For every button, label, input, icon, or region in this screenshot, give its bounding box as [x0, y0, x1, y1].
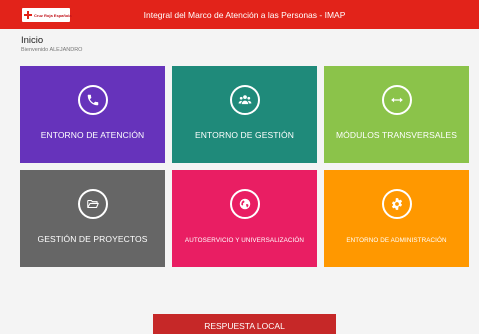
tile-gestion-proyectos[interactable]: GESTIÓN DE PROYECTOS: [20, 170, 165, 267]
tile-label: ENTORNO DE ATENCIÓN: [40, 130, 145, 140]
tile-entorno-gestion[interactable]: ENTORNO DE GESTIÓN: [172, 66, 317, 163]
globe-icon: [229, 189, 260, 219]
phone-icon: [77, 85, 108, 115]
tile-label: GESTIÓN DE PROYECTOS: [37, 234, 148, 244]
arrows-horizontal-icon: [381, 85, 412, 115]
logo-text: Cruz Roja Española: [34, 12, 72, 18]
tile-label: MÓDULOS TRANSVERSALES: [336, 130, 457, 140]
tile-label: ENTORNO DE ADMINISTRACIÓN: [346, 237, 447, 244]
tile-label: AUTOSERVICIO Y UNIVERSALIZACIÓN: [184, 237, 305, 244]
header-bar: Cruz Roja Española Integral del Marco de…: [0, 0, 479, 29]
respuesta-local-button[interactable]: RESPUESTA LOCAL: [153, 314, 336, 334]
tile-entorno-atencion[interactable]: ENTORNO DE ATENCIÓN: [20, 66, 165, 163]
page-title: Inicio: [21, 35, 44, 46]
red-cross-icon: [24, 11, 32, 19]
app-title: Integral del Marco de Atención a las Per…: [143, 9, 346, 20]
gear-icon: [381, 189, 412, 219]
cruz-roja-logo[interactable]: Cruz Roja Española: [22, 8, 72, 22]
tile-label: ENTORNO DE GESTIÓN: [195, 130, 294, 140]
folder-open-icon: [77, 189, 108, 219]
users-icon: [229, 85, 260, 115]
tile-autoservicio-universalizacion[interactable]: AUTOSERVICIO Y UNIVERSALIZACIÓN: [172, 170, 317, 267]
welcome-text: Bienvenido ALEJANDRO: [21, 47, 83, 53]
breadcrumb: Inicio Bienvenido ALEJANDRO: [21, 35, 82, 53]
tile-entorno-administracion[interactable]: ENTORNO DE ADMINISTRACIÓN: [324, 170, 469, 267]
tile-modulos-transversales[interactable]: MÓDULOS TRANSVERSALES: [324, 66, 469, 163]
